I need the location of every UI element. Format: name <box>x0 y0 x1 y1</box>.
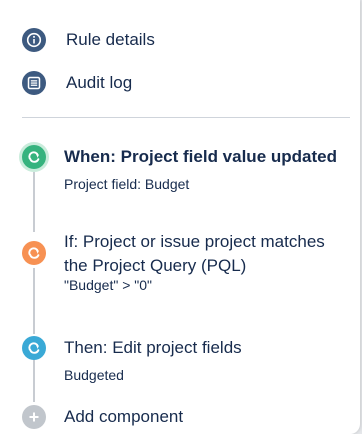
rule-sidebar-panel: Rule details Audit log When: Project fie… <box>0 0 360 434</box>
action-title: Then: Edit project fields <box>64 338 242 357</box>
condition-title: If: Project or issue project matches the… <box>64 232 325 275</box>
action-icon <box>22 336 46 360</box>
audit-log-nav-item[interactable]: Audit log <box>22 71 132 95</box>
action-subtitle: Budgeted <box>64 367 124 383</box>
trigger-title: When: Project field value updated <box>64 147 337 166</box>
trigger-subtitle: Project field: Budget <box>64 176 190 192</box>
add-component-label: Add component <box>64 407 184 426</box>
rule-details-nav-item[interactable]: Rule details <box>22 28 155 52</box>
timeline-connector <box>33 358 35 402</box>
list-icon <box>22 71 46 95</box>
divider <box>22 117 350 118</box>
rule-details-label: Rule details <box>66 30 155 49</box>
info-icon <box>22 28 46 52</box>
condition-icon <box>22 241 46 265</box>
timeline-connector <box>33 172 35 232</box>
condition-subtitle: "Budget" > "0" <box>64 277 152 293</box>
timeline-connector <box>33 268 35 334</box>
audit-log-label: Audit log <box>66 73 133 92</box>
plus-icon <box>22 405 46 429</box>
trigger-icon <box>22 145 46 169</box>
